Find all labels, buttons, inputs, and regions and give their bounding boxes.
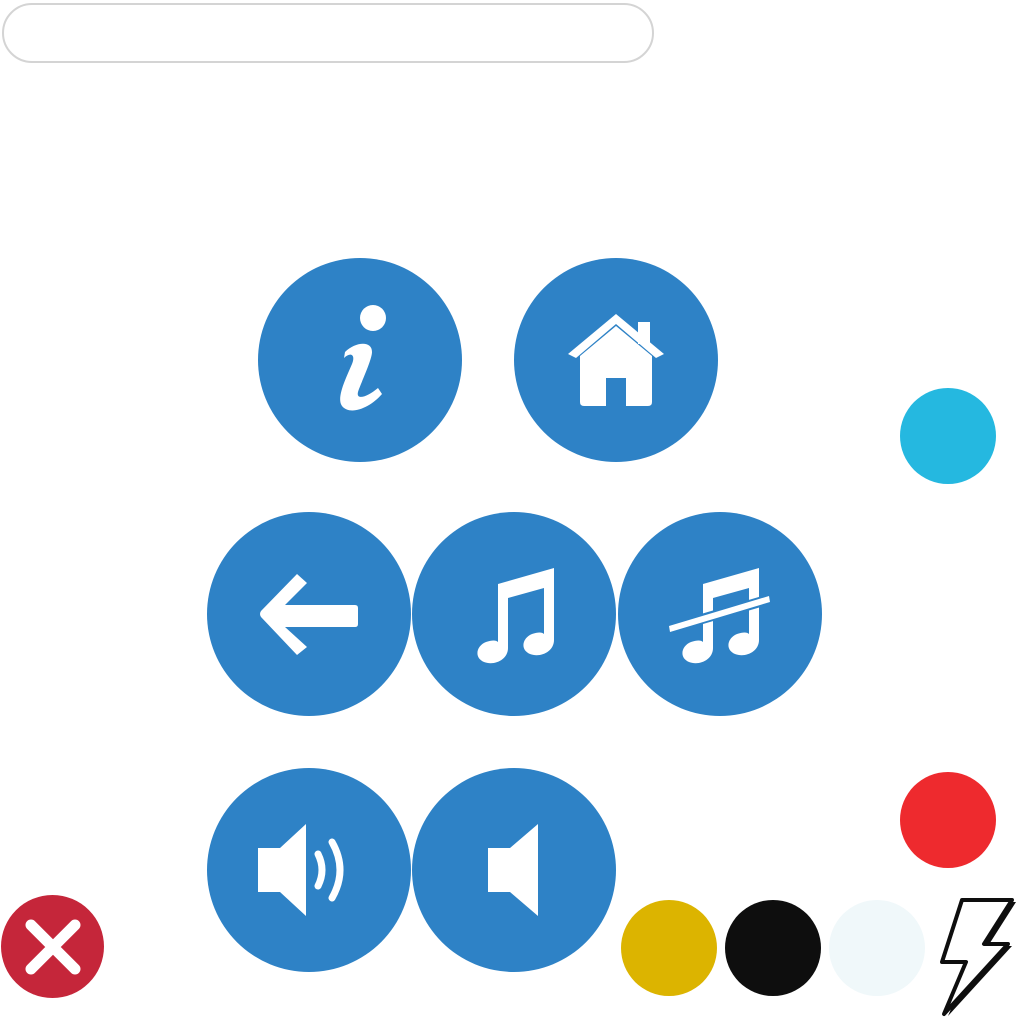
volume-up-icon bbox=[254, 820, 364, 920]
volume-mute-icon bbox=[484, 820, 544, 920]
color-swatch-white[interactable] bbox=[829, 900, 925, 996]
music-note-icon bbox=[466, 564, 562, 664]
close-button[interactable] bbox=[1, 895, 104, 998]
info-button[interactable] bbox=[258, 258, 462, 462]
back-button[interactable] bbox=[207, 512, 411, 716]
color-swatch-yellow[interactable] bbox=[621, 900, 717, 996]
game-ui-panel bbox=[0, 0, 1024, 1024]
search-input[interactable] bbox=[2, 3, 654, 63]
sound-on-button[interactable] bbox=[207, 768, 411, 972]
lightning-bolt-icon[interactable] bbox=[928, 896, 1020, 1018]
home-icon bbox=[564, 310, 668, 410]
home-button[interactable] bbox=[514, 258, 718, 462]
close-icon bbox=[23, 917, 83, 977]
arrow-left-icon bbox=[259, 571, 359, 657]
color-swatch-red[interactable] bbox=[900, 772, 996, 868]
music-note-slash-icon bbox=[665, 564, 775, 664]
info-icon bbox=[310, 300, 410, 420]
color-swatch-cyan[interactable] bbox=[900, 388, 996, 484]
music-on-button[interactable] bbox=[412, 512, 616, 716]
music-off-button[interactable] bbox=[618, 512, 822, 716]
color-swatch-black[interactable] bbox=[725, 900, 821, 996]
sound-off-button[interactable] bbox=[412, 768, 616, 972]
